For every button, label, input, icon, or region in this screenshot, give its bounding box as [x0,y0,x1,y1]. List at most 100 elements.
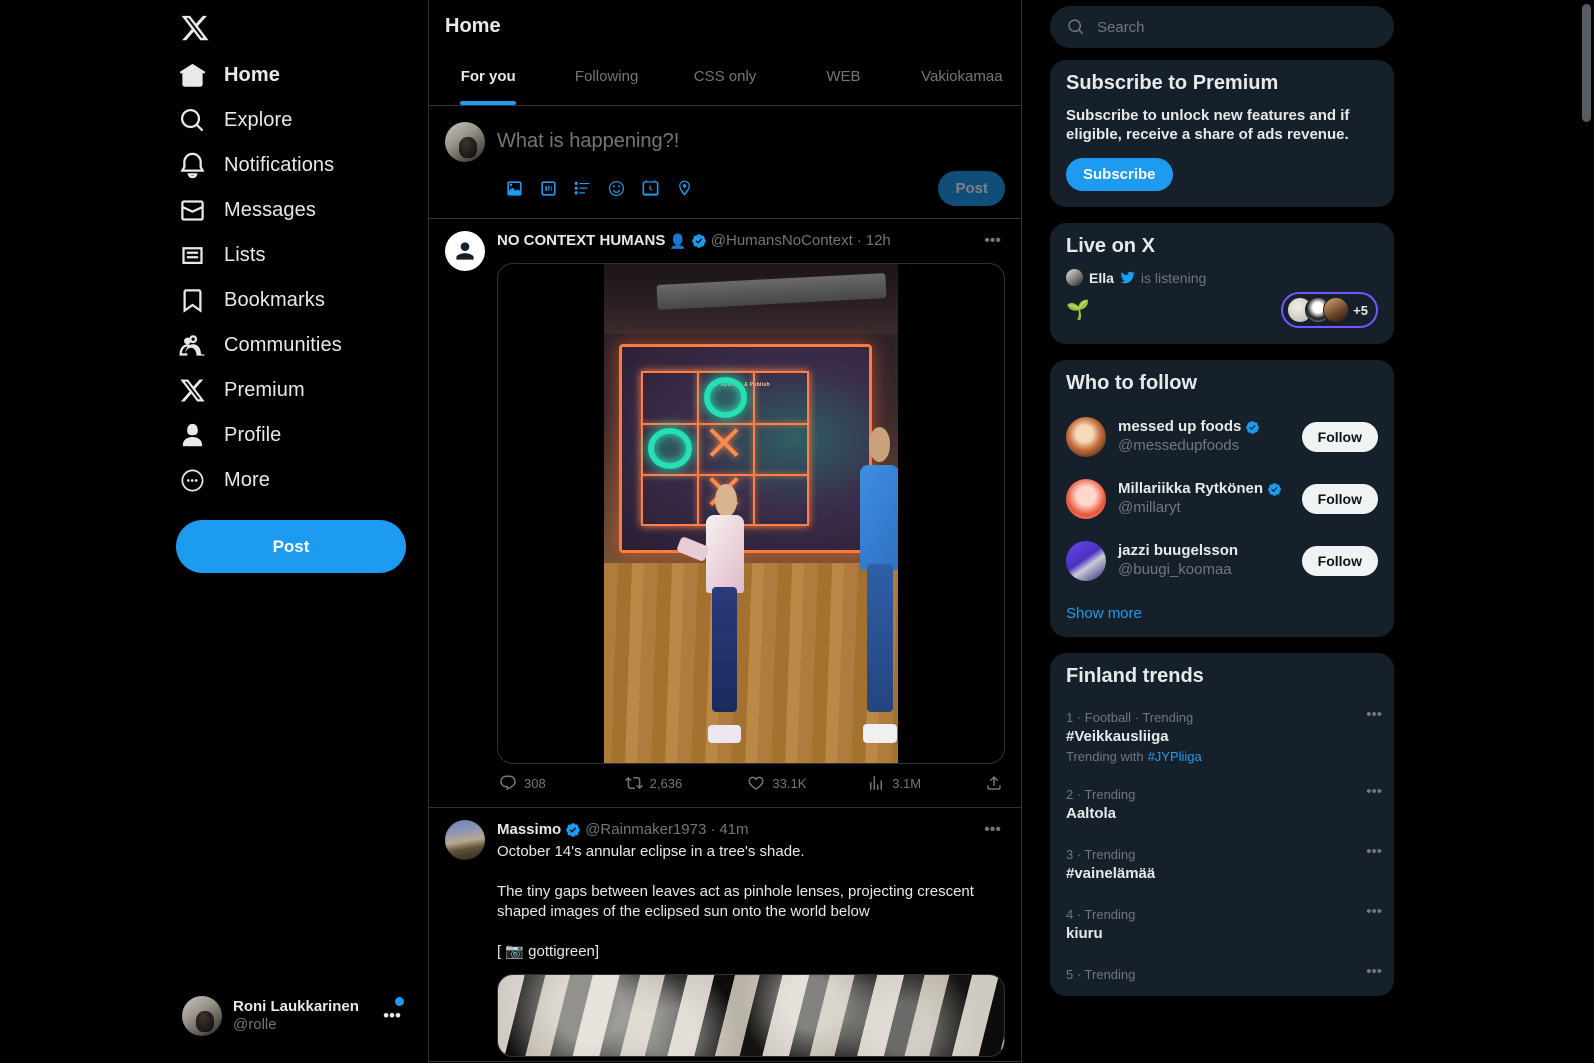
tweet-paragraph: The tiny gaps between leaves act as pinh… [497,883,974,920]
tweet-item[interactable]: NO CONTEXT HUMANS 👤 @HumansNoContext · 1… [429,219,1021,808]
sidebar-item-lists[interactable]: Lists [164,234,280,276]
suggestion-handle: @messedupfoods [1118,437,1240,454]
follow-suggestion[interactable]: jazzi buugelsson @buugi_koomaa Follow [1050,530,1394,592]
compose-input[interactable]: What is happening?! [497,110,1005,171]
heart-icon [748,776,764,790]
tweet-timestamp[interactable]: 12h [866,231,891,251]
live-participants[interactable]: +5 [1281,292,1378,328]
feed-column: Home For you Following CSS only WEB Vaki… [428,0,1022,1063]
account-handle: @rolle [233,1016,277,1033]
share-icon [987,775,1001,790]
gif-icon[interactable] [531,172,565,206]
follow-suggestion[interactable]: messed up foods @messedupfoods Follow [1050,406,1394,468]
trend-menu-icon[interactable]: ••• [1366,964,1382,979]
schedule-icon[interactable] [633,172,667,206]
follow-suggestion[interactable]: Millariikka Rytkönen @millaryt Follow [1050,468,1394,530]
post-button[interactable]: Post [176,520,406,573]
live-on-x-card: Live on X Ella is listening 🌱 +5 [1050,223,1394,344]
tweet-photo[interactable] [497,974,1005,1057]
tweet-video[interactable]: Apunlos & Publish [497,263,1005,764]
sidebar-item-communities[interactable]: Communities [164,324,356,366]
live-host-name: Ella [1089,269,1114,286]
sidebar-item-notifications[interactable]: Notifications [164,144,348,186]
tweet-item[interactable]: Massimo @Rainmaker1973 · 41m ••• October… [429,808,1021,1062]
repost-icon [624,776,643,790]
trend-item[interactable]: 3 · Trending #vainelämää ••• [1050,836,1394,896]
emoji-icon[interactable] [599,172,633,206]
avatar [182,996,222,1036]
image-icon[interactable] [497,172,531,206]
sidebar-item-bookmarks[interactable]: Bookmarks [164,279,339,321]
tab-following[interactable]: Following [547,52,665,105]
trend-menu-icon[interactable]: ••• [1366,707,1382,722]
tab-vakiokamaa[interactable]: Vakiokamaa [903,52,1021,105]
premium-description: Subscribe to unlock new features and if … [1066,107,1350,143]
tab-web[interactable]: WEB [784,52,902,105]
follow-button[interactable]: Follow [1301,484,1378,514]
participant-overflow-count: +5 [1353,302,1368,318]
sidebar-item-messages[interactable]: Messages [164,189,330,231]
avatar[interactable] [445,820,485,860]
follow-button[interactable]: Follow [1301,422,1378,452]
page-scrollbar[interactable] [1582,4,1591,122]
tweet-separator: · [856,232,862,249]
tab-css-only[interactable]: CSS only [666,52,784,105]
share-action[interactable] [985,774,1003,792]
sidebar-item-profile[interactable]: Profile [164,414,295,456]
trend-meta: 3 · Trending [1066,847,1136,862]
trend-item[interactable]: 5 · Trending ••• [1050,956,1394,996]
views-action[interactable]: 3.1M [867,774,985,792]
location-icon[interactable] [667,172,701,206]
tweet-handle[interactable]: @HumansNoContext [711,231,853,251]
tab-label: For you [460,68,516,85]
search-box[interactable] [1050,6,1394,48]
repost-action[interactable]: 2,636 [624,774,748,792]
trend-item[interactable]: 1 · Football · Trending #Veikkausliiga T… [1050,699,1394,776]
verified-badge-icon [1267,482,1283,498]
account-menu-icon[interactable]: ••• [381,997,404,1026]
avatar [1066,417,1106,457]
live-entry[interactable]: Ella is listening 🌱 +5 [1050,269,1394,344]
trend-item[interactable]: 4 · Trending kiuru ••• [1050,896,1394,956]
player-two [851,427,898,744]
sidebar-item-label: Lists [224,243,266,266]
person-icon [178,421,206,449]
tab-for-you[interactable]: For you [429,52,547,105]
tab-label: WEB [826,68,861,85]
verified-badge-icon [565,822,581,838]
tweet-author-name[interactable]: Massimo [497,820,561,840]
people-icon [178,331,206,359]
subscribe-button[interactable]: Subscribe [1066,158,1173,191]
account-switcher[interactable]: Roni Laukkarinen @rolle ••• [170,985,415,1047]
trend-menu-icon[interactable]: ••• [1366,904,1382,919]
sidebar-item-label: Explore [224,108,293,131]
player-one [676,483,757,744]
trend-item[interactable]: 2 · Trending Aaltola ••• [1050,776,1394,836]
search-input[interactable] [1097,18,1377,36]
show-more-link[interactable]: Show more [1050,592,1394,637]
avatar[interactable] [445,231,485,271]
poll-icon[interactable] [565,172,599,206]
sidebar-item-explore[interactable]: Explore [164,99,307,141]
tweet-author-name[interactable]: NO CONTEXT HUMANS [497,231,665,251]
trend-menu-icon[interactable]: ••• [1366,784,1382,799]
compose-post-button[interactable]: Post [938,171,1005,206]
follow-button[interactable]: Follow [1301,546,1378,576]
x-logo[interactable] [164,0,394,54]
page-title: Home [445,15,501,37]
trend-with-tag[interactable]: #JYPliiga [1148,749,1202,764]
home-icon [178,61,206,89]
sidebar-item-home[interactable]: Home [164,54,294,96]
sidebar-item-label: Premium [224,378,305,401]
sidebar-item-more[interactable]: More [164,459,284,501]
tweet-menu-icon[interactable]: ••• [980,233,1005,249]
account-name: Roni Laukkarinen [233,997,359,1015]
sidebar-item-premium[interactable]: Premium [164,369,319,411]
suggestion-name: messed up foods [1118,418,1242,436]
tweet-handle[interactable]: @Rainmaker1973 [585,820,706,840]
tweet-timestamp[interactable]: 41m [719,820,748,840]
reply-action[interactable]: 308 [499,774,625,792]
trend-menu-icon[interactable]: ••• [1366,844,1382,859]
tweet-menu-icon[interactable]: ••• [980,822,1005,838]
like-action[interactable]: 33.1K [747,774,867,792]
